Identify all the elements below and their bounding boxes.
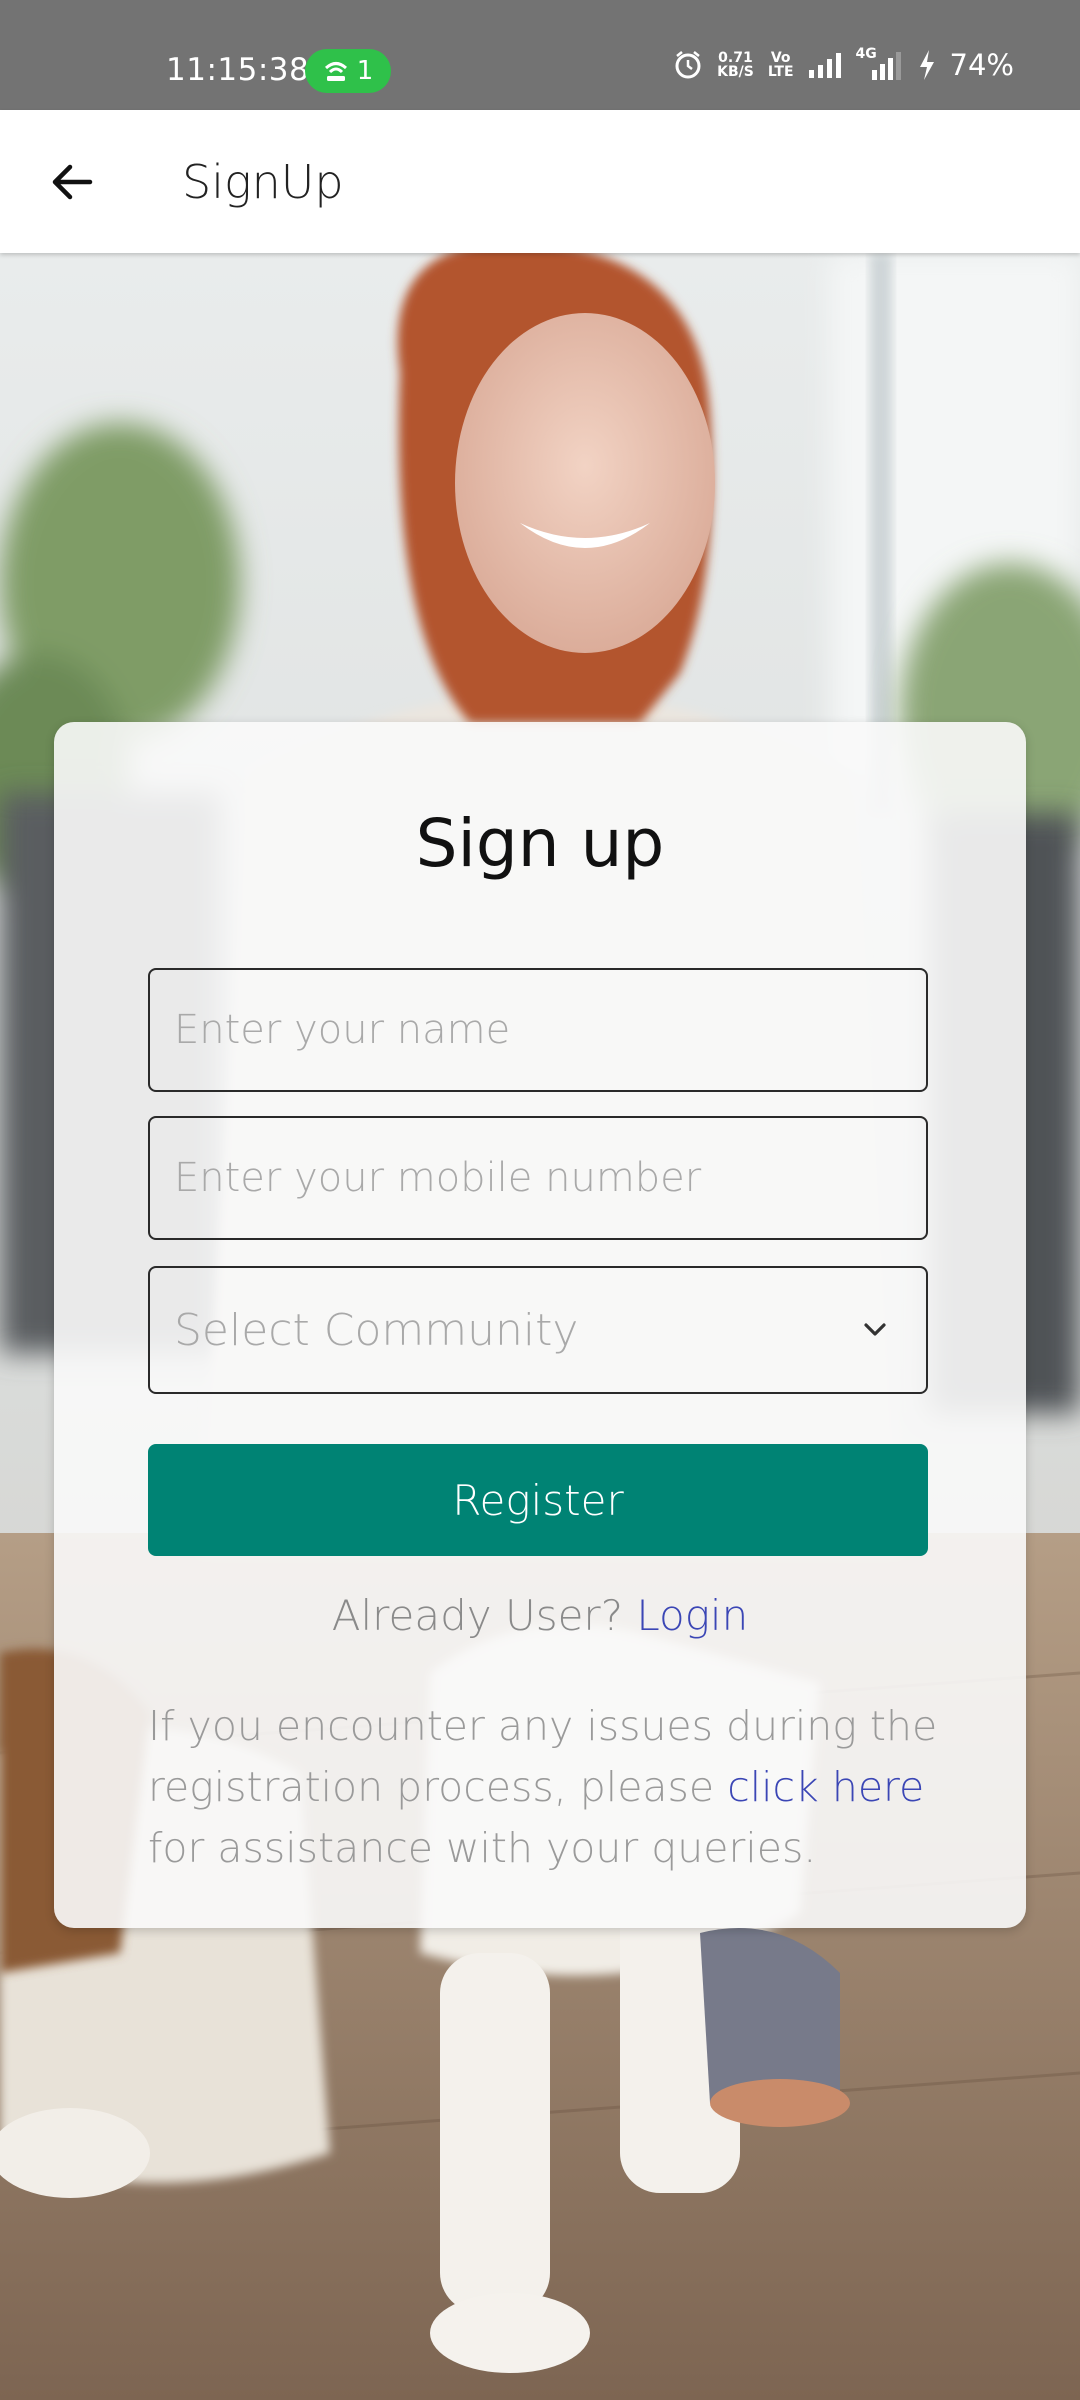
signal-icon xyxy=(808,53,841,78)
status-indicators: 0.71 KB/S Vo LTE 4G 74% xyxy=(673,46,1014,82)
volte-bottom: LTE xyxy=(767,64,794,80)
network-type: 4G xyxy=(855,46,877,62)
app-bar: SignUp xyxy=(0,110,1080,253)
hotspot-count: 1 xyxy=(356,56,374,86)
mobile-input[interactable] xyxy=(148,1116,928,1240)
battery-percent: 74% xyxy=(949,48,1014,82)
community-select-placeholder: Select Community xyxy=(174,1304,579,1356)
help-text-suffix: for assistance with your queries. xyxy=(148,1824,817,1872)
name-input[interactable] xyxy=(148,968,928,1092)
click-here-link[interactable]: click here xyxy=(727,1763,924,1811)
status-bar: 11:15:38 1 0.71 KB/S Vo LTE 4G 74% xyxy=(0,0,1080,110)
network-speed: 0.71 KB/S xyxy=(717,51,754,79)
page-title: SignUp xyxy=(182,155,344,209)
status-time: 11:15:38 xyxy=(166,52,310,88)
arrow-left-icon xyxy=(52,164,93,200)
signup-heading: Sign up xyxy=(415,805,665,882)
hotspot-badge: 1 xyxy=(305,49,391,93)
alarm-icon xyxy=(675,51,701,79)
register-button[interactable]: Register xyxy=(148,1444,928,1556)
chevron-down-icon xyxy=(864,1323,886,1336)
volte-top: Vo xyxy=(770,50,791,66)
back-button[interactable] xyxy=(36,146,108,218)
network-speed-unit: KB/S xyxy=(717,64,754,80)
help-text: If you encounter any issues during the r… xyxy=(148,1696,948,1879)
signup-card: Sign up Select Community Register Alread… xyxy=(54,722,1026,1928)
hotspot-icon xyxy=(324,62,347,81)
community-select[interactable]: Select Community xyxy=(148,1266,928,1394)
network-speed-value: 0.71 xyxy=(718,50,753,66)
charging-icon xyxy=(919,50,934,80)
already-user-text: Already User? xyxy=(331,1591,623,1640)
already-user-row: Already User? Login xyxy=(54,1588,1026,1644)
mobile-data-indicator: 4G xyxy=(856,46,904,80)
volte-indicator: Vo LTE xyxy=(768,51,794,79)
login-link[interactable]: Login xyxy=(636,1591,748,1640)
